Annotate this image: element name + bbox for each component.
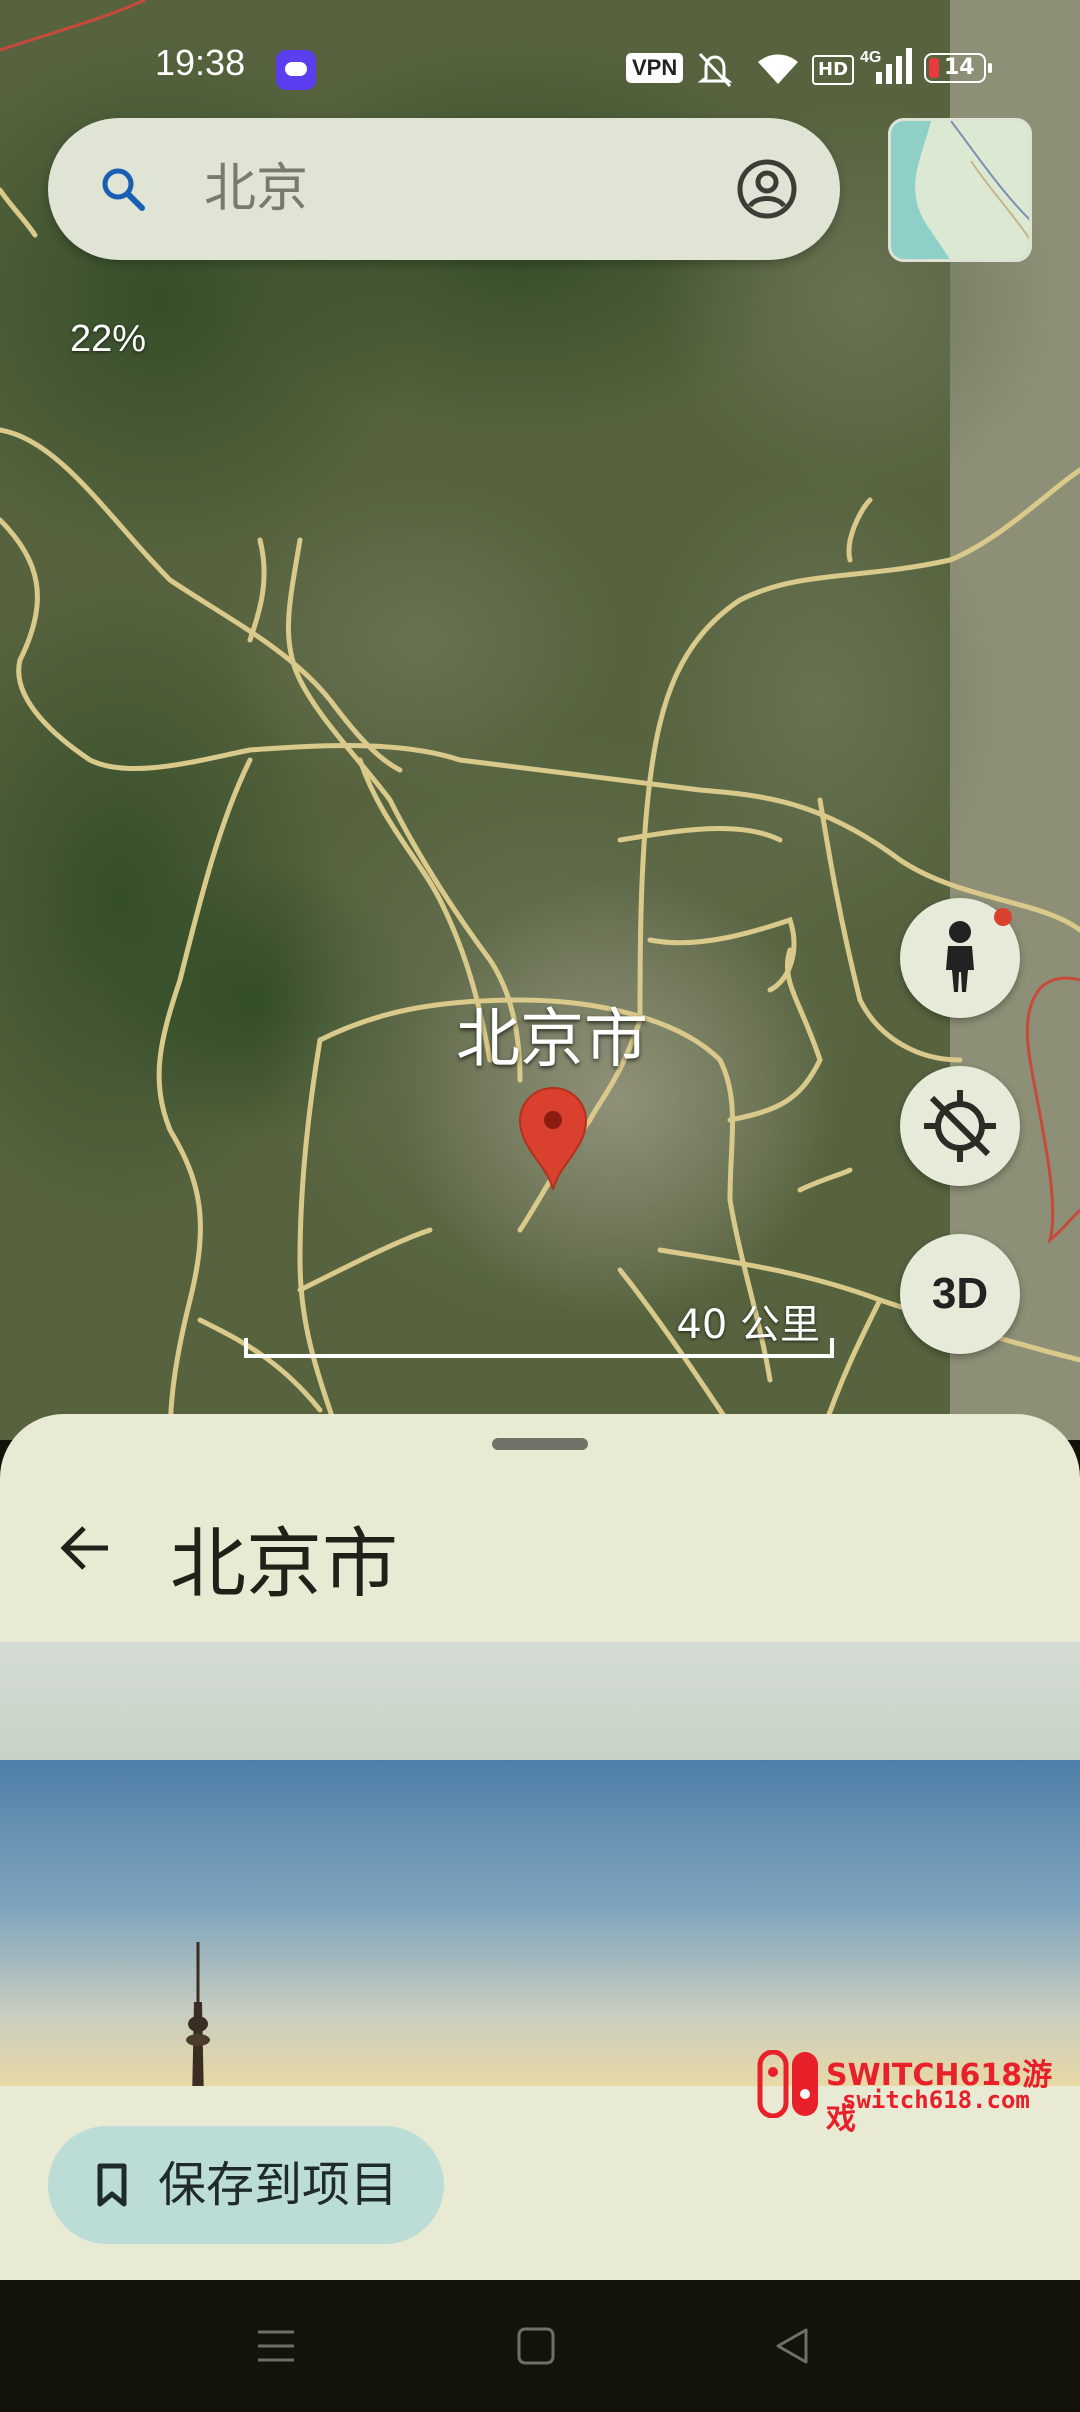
account-icon[interactable] bbox=[736, 158, 798, 220]
3d-label: 3D bbox=[931, 1269, 989, 1318]
scale-ruler bbox=[244, 1338, 834, 1358]
bookmark-icon bbox=[97, 2163, 127, 2207]
search-bar[interactable]: 北京 bbox=[48, 118, 840, 260]
mute-icon bbox=[697, 52, 733, 88]
search-icon[interactable] bbox=[96, 162, 152, 218]
progress-percent: 22% bbox=[70, 318, 147, 360]
my-location-button[interactable] bbox=[900, 1066, 1020, 1186]
status-bar: 19:38 VPN HD 4G 14 bbox=[0, 0, 1080, 118]
back-nav-icon[interactable] bbox=[772, 2326, 812, 2366]
battery-icon: 14 bbox=[924, 53, 992, 83]
watermark-url: switch618.com bbox=[842, 2086, 1030, 2114]
map-thumbnail-icon bbox=[891, 121, 1029, 259]
save-label: 保存到项目 bbox=[158, 2157, 399, 2213]
home-nav-icon[interactable] bbox=[516, 2326, 556, 2366]
tv-tower-image bbox=[186, 1942, 210, 2086]
place-sheet[interactable]: 北京市 保存到项目 bbox=[0, 1414, 1080, 2280]
watermark: SWITCH618游戏 switch618.com bbox=[756, 2050, 1066, 2137]
place-photo[interactable] bbox=[0, 1642, 1080, 2086]
wifi-icon bbox=[758, 54, 798, 84]
hd-badge: HD bbox=[812, 55, 855, 85]
signal-4g-icon: 4G bbox=[860, 48, 912, 84]
search-input[interactable]: 北京 bbox=[204, 118, 308, 260]
battery-level: 14 bbox=[944, 55, 975, 80]
place-title: 北京市 bbox=[170, 1519, 398, 1608]
switch-logo-icon bbox=[757, 2050, 818, 2118]
scale-bar: 40 公里 bbox=[244, 1292, 838, 1362]
drag-handle[interactable] bbox=[492, 1438, 588, 1450]
system-nav-bar bbox=[0, 2280, 1080, 2412]
save-to-project-button[interactable]: 保存到项目 bbox=[48, 2126, 444, 2244]
status-time: 19:38 bbox=[155, 42, 246, 83]
network-type-label: 4G bbox=[860, 49, 881, 66]
weather-app-icon bbox=[276, 50, 316, 90]
map-city-label[interactable]: 北京市 bbox=[456, 988, 648, 1080]
location-disabled-icon bbox=[924, 1090, 996, 1162]
menu-nav-icon[interactable] bbox=[256, 2326, 296, 2366]
map-layers-button[interactable] bbox=[888, 118, 1032, 262]
3d-toggle-button[interactable]: 3D bbox=[900, 1234, 1020, 1354]
location-pin-icon[interactable] bbox=[518, 1086, 588, 1192]
notification-dot bbox=[994, 908, 1012, 926]
back-arrow-icon[interactable] bbox=[56, 1518, 116, 1578]
vpn-badge: VPN bbox=[626, 53, 684, 83]
street-view-button[interactable] bbox=[900, 898, 1020, 1018]
